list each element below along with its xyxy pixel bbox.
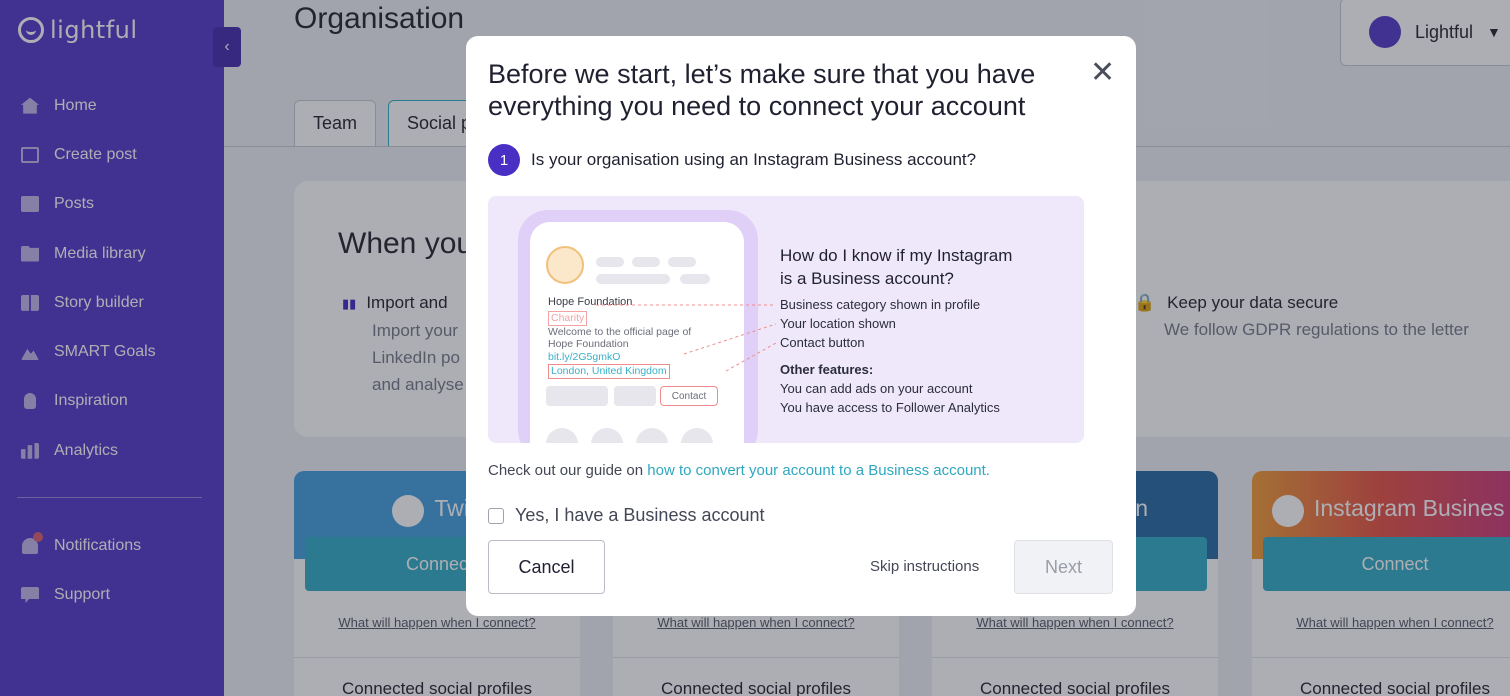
illustration-heading-line: is a Business account?: [780, 269, 954, 288]
step-number-badge: 1: [488, 144, 520, 176]
connect-instagram-modal: Before we start, let’s make sure that yo…: [466, 36, 1136, 616]
illustration-heading-line: How do I know if my Instagram: [780, 246, 1013, 265]
business-account-checkbox[interactable]: [488, 507, 504, 524]
skip-instructions-button[interactable]: Skip instructions: [870, 558, 979, 575]
illustration-heading: How do I know if my Instagram is a Busin…: [780, 244, 1070, 290]
illustration-line: Your location shown: [780, 316, 896, 331]
close-button[interactable]: ✕: [1090, 58, 1115, 88]
guide-text: Check out our guide on how to convert yo…: [488, 462, 990, 479]
modal-title: Before we start, let’s make sure that yo…: [488, 59, 1036, 121]
illustration-line: Contact button: [780, 335, 865, 350]
step-row: 1 Is your organisation using an Instagra…: [488, 144, 976, 176]
arrow-line: [725, 342, 777, 372]
guide-prefix: Check out our guide on: [488, 462, 644, 479]
instagram-business-illustration: Hope Foundation Charity Welcome to the o…: [488, 196, 1084, 443]
step-question: Is your organisation using an Instagram …: [531, 150, 977, 169]
business-account-checkbox-row[interactable]: Yes, I have a Business account: [488, 505, 765, 526]
illustration-line: You have access to Follower Analytics: [780, 400, 1000, 415]
checkbox-label: Yes, I have a Business account: [515, 505, 765, 525]
illustration-line: You can add ads on your account: [780, 381, 973, 396]
illustration-line: Business category shown in profile: [780, 297, 981, 312]
close-icon: ✕: [1090, 56, 1116, 89]
illustration-other-title: Other features:: [780, 362, 874, 377]
next-button[interactable]: Next: [1014, 540, 1113, 594]
guide-link[interactable]: how to convert your account to a Busines…: [647, 462, 990, 479]
cancel-button[interactable]: Cancel: [488, 540, 605, 594]
arrow-line: [683, 323, 777, 355]
